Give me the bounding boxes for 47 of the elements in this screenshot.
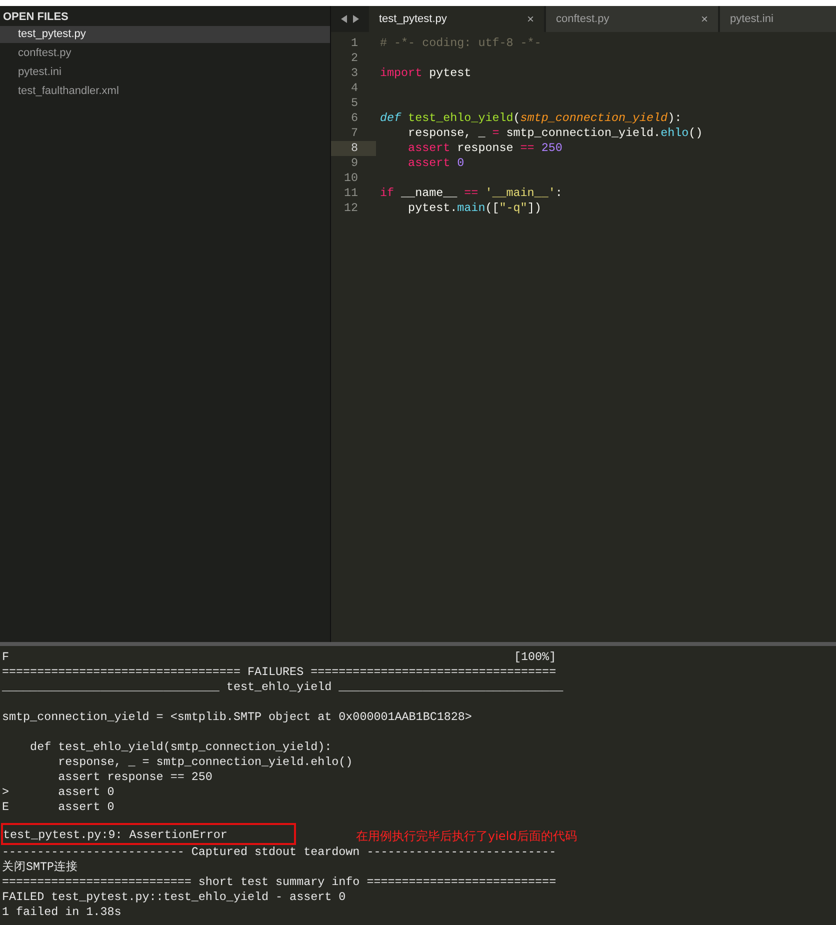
line-number: 2 bbox=[350, 51, 359, 66]
output-line: 1 failed in 1.38s bbox=[2, 905, 122, 920]
code-line: # -*- coding: utf-8 -*- bbox=[379, 36, 542, 51]
line-number: 4 bbox=[350, 81, 359, 96]
sidebar-header: OPEN FILES bbox=[2, 10, 70, 24]
code-line: response, _ = smtp_connection_yield.ehlo() bbox=[407, 126, 703, 141]
sidebar-item[interactable]: pytest.ini bbox=[0, 64, 330, 81]
file-tab[interactable]: pytest.ini bbox=[720, 6, 836, 32]
output-line: 关闭SMTP连接 bbox=[2, 860, 78, 875]
code-line: import pytest bbox=[379, 66, 472, 81]
sidebar-item[interactable]: test_faulthandler.xml bbox=[0, 83, 330, 100]
output-line: > assert 0 bbox=[2, 785, 114, 800]
line-number: 6 bbox=[350, 111, 359, 126]
sidebar-item[interactable]: test_pytest.py bbox=[0, 26, 330, 43]
code-line: def test_ehlo_yield(smtp_connection_yield): bbox=[379, 111, 682, 126]
code-line: assert 0 bbox=[407, 156, 464, 171]
output-line: E assert 0 bbox=[2, 800, 114, 815]
close-button[interactable]: × bbox=[526, 10, 534, 28]
output-line: def test_ehlo_yield(smtp_connection_yield): bbox=[29, 740, 332, 755]
code-line: assert response == 250 bbox=[407, 141, 562, 156]
line-number: 5 bbox=[350, 96, 359, 111]
line-number: 7 bbox=[350, 126, 359, 141]
output-line: -------------------------- Captured stdout teardown --------------------------- bbox=[2, 845, 556, 860]
file-tab[interactable]: conftest.py × bbox=[546, 6, 718, 32]
left-arrow-icon[interactable] bbox=[341, 15, 347, 23]
line-number: 10 bbox=[342, 171, 359, 186]
output-line: _______________________________ test_ehlo_yield ________________________________ bbox=[2, 680, 564, 695]
output-line: FAILED test_pytest.py::test_ehlo_yield - assert 0 bbox=[2, 890, 346, 905]
code-line: if __name__ == '__main__': bbox=[379, 186, 562, 201]
line-number: 12 bbox=[342, 201, 359, 216]
close-button[interactable]: × bbox=[700, 10, 708, 28]
line-number: 8 bbox=[331, 141, 376, 156]
output-line: F [100%] bbox=[2, 650, 556, 665]
output-line: smtp_connection_yield = <smtplib.SMTP object at 0x000001AAB1BC1828> bbox=[2, 710, 472, 725]
line-number: 11 bbox=[342, 186, 359, 201]
file-tab[interactable]: test_pytest.py × bbox=[369, 6, 544, 32]
line-number: 3 bbox=[350, 66, 359, 81]
output-line: assert response == 250 bbox=[57, 770, 212, 785]
output-line: ================================== FAILURES =================================== bbox=[2, 665, 556, 680]
output-line: =========================== short test summary info =========================== bbox=[2, 875, 556, 890]
line-number: 1 bbox=[350, 36, 359, 51]
output-line: response, _ = smtp_connection_yield.ehlo() bbox=[57, 755, 353, 770]
line-number: 9 bbox=[350, 156, 359, 171]
sidebar-item[interactable]: conftest.py bbox=[0, 45, 330, 62]
annotation-note: 在用例执行完毕后执行了yield后面的代码 bbox=[356, 829, 577, 844]
code-line: pytest.main(["-q"]) bbox=[407, 201, 542, 216]
right-arrow-icon[interactable] bbox=[353, 15, 359, 23]
